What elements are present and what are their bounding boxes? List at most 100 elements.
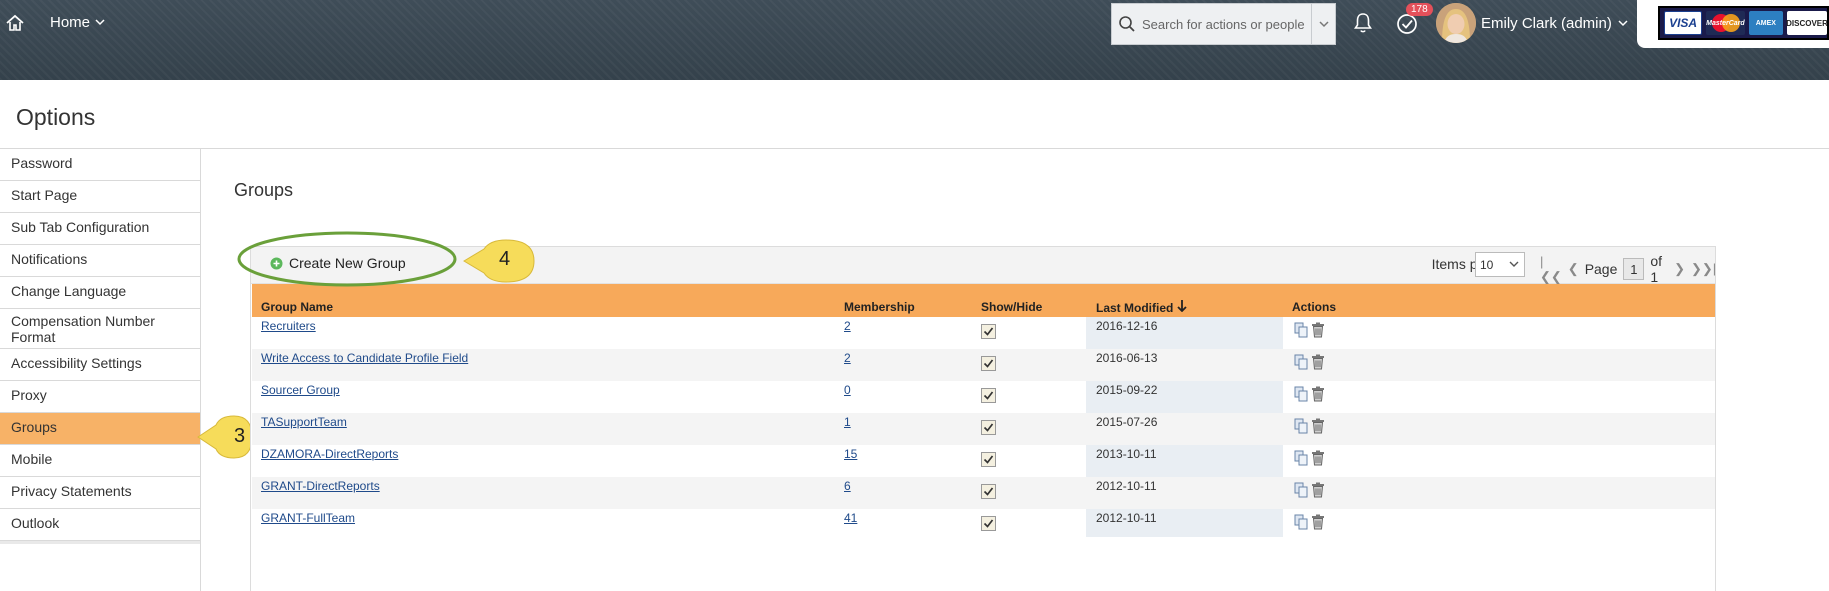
search-dropdown-button[interactable] [1311, 4, 1335, 44]
delete-trash-icon[interactable] [1311, 514, 1325, 530]
membership-count-link[interactable]: 2 [844, 351, 851, 365]
checkmark-icon [983, 327, 994, 336]
page-label: Page [1584, 261, 1618, 277]
sidebar-bottom-border [0, 541, 200, 544]
last-modified-date: 2012-10-11 [1096, 479, 1157, 493]
group-name-link[interactable]: GRANT-FullTeam [261, 511, 355, 525]
last-page-icon[interactable]: ❯❯| [1691, 261, 1716, 277]
table-row: Recruiters 2 2016-12-16 [252, 317, 1715, 349]
copy-icon[interactable] [1294, 450, 1308, 466]
home-menu[interactable]: Home [50, 14, 105, 31]
show-hide-checkbox[interactable] [981, 356, 996, 371]
search-placeholder: Search for actions or people [1142, 16, 1305, 32]
membership-count-link[interactable]: 41 [844, 511, 857, 525]
chevron-down-icon [1509, 261, 1519, 267]
mastercard-logo: MasterCard [1706, 11, 1745, 35]
divider [0, 148, 1829, 149]
page-title: Options [16, 104, 96, 130]
sidebar-item-accessibility-settings[interactable]: Accessibility Settings [0, 349, 200, 381]
show-hide-checkbox[interactable] [981, 420, 996, 435]
group-name-link[interactable]: DZAMORA-DirectReports [261, 447, 398, 461]
delete-trash-icon[interactable] [1311, 482, 1325, 498]
sidebar-item-mobile[interactable]: Mobile [0, 445, 200, 477]
table-row: TASupportTeam 1 2015-07-26 [252, 413, 1715, 445]
group-name-link[interactable]: Recruiters [261, 319, 316, 333]
delete-trash-icon[interactable] [1311, 418, 1325, 434]
column-header-membership[interactable]: Membership [844, 300, 915, 314]
checkmark-icon [983, 487, 994, 496]
membership-count-link[interactable]: 0 [844, 383, 851, 397]
delete-trash-icon[interactable] [1311, 322, 1325, 338]
membership-count-link[interactable]: 1 [844, 415, 851, 429]
step-number-4: 4 [499, 248, 511, 270]
show-hide-checkbox[interactable] [981, 516, 996, 531]
items-per-page-select[interactable]: 10 [1475, 252, 1525, 277]
copy-icon[interactable] [1294, 482, 1308, 498]
previous-page-icon[interactable]: ❮ [1568, 261, 1579, 277]
chevron-down-icon [1318, 20, 1329, 27]
groups-table-body: Recruiters 2 2016-12-16 Write Access to Can… [251, 317, 1717, 569]
sidebar-item-password[interactable]: Password [0, 149, 200, 181]
checkmark-icon [983, 455, 994, 464]
avatar[interactable] [1436, 3, 1476, 43]
sidebar-item-groups[interactable]: Groups [0, 413, 200, 445]
last-modified-label: Last Modified [1096, 301, 1174, 315]
last-modified-date: 2016-06-13 [1096, 351, 1158, 365]
group-name-link[interactable]: Write Access to Candidate Profile Field [261, 351, 468, 365]
membership-count-link[interactable]: 2 [844, 319, 851, 333]
show-hide-checkbox[interactable] [981, 388, 996, 403]
bell-icon[interactable] [1353, 12, 1373, 34]
sidebar-item-compensation-number-format[interactable]: Compensation Number Format [0, 309, 200, 349]
column-header-group-name[interactable]: Group Name [261, 300, 333, 314]
table-row: GRANT-DirectReports 6 2012-10-11 [252, 477, 1715, 509]
delete-trash-icon[interactable] [1311, 450, 1325, 466]
next-page-icon[interactable]: ❯ [1674, 261, 1685, 277]
home-icon[interactable] [5, 13, 25, 33]
search-input[interactable]: Search for actions or people [1111, 3, 1336, 45]
checkmark-icon [983, 519, 994, 528]
group-name-link[interactable]: TASupportTeam [261, 415, 347, 429]
todo-count-badge: 178 [1406, 3, 1433, 16]
delete-trash-icon[interactable] [1311, 354, 1325, 370]
table-row: Write Access to Candidate Profile Field 2… [252, 349, 1715, 381]
show-hide-checkbox[interactable] [981, 324, 996, 339]
chevron-down-icon [1618, 20, 1628, 27]
show-hide-checkbox[interactable] [981, 484, 996, 499]
card-logos: VISA MasterCard AMEX DISCOVER [1658, 6, 1829, 40]
sidebar-item-proxy[interactable]: Proxy [0, 381, 200, 413]
last-modified-date: 2013-10-11 [1096, 447, 1157, 461]
copy-icon[interactable] [1294, 386, 1308, 402]
sidebar-item-sub-tab-configuration[interactable]: Sub Tab Configuration [0, 213, 200, 245]
group-name-link[interactable]: GRANT-DirectReports [261, 479, 380, 493]
column-header-last-modified[interactable]: Last Modified [1096, 300, 1187, 315]
membership-count-link[interactable]: 15 [844, 447, 857, 461]
copy-icon[interactable] [1294, 418, 1308, 434]
last-modified-date: 2015-09-22 [1096, 383, 1158, 397]
step-callout-4 [237, 231, 535, 287]
sidebar-item-notifications[interactable]: Notifications [0, 245, 200, 277]
table-row: Sourcer Group 0 2015-09-22 [252, 381, 1715, 413]
sidebar-item-privacy-statements[interactable]: Privacy Statements [0, 477, 200, 509]
page-number-input[interactable]: 1 [1623, 258, 1645, 280]
last-modified-date: 2016-12-16 [1096, 319, 1158, 333]
top-header: Home Search for actions or people 178 Em… [0, 0, 1829, 80]
groups-panel: Create New Group Items per page 10 |❮❮ ❮… [250, 246, 1716, 591]
user-menu[interactable]: Emily Clark (admin) [1481, 15, 1628, 32]
first-page-icon[interactable]: |❮❮ [1540, 254, 1562, 285]
copy-icon[interactable] [1294, 514, 1308, 530]
options-sidebar: Password Start Page Sub Tab Configuratio… [0, 149, 201, 591]
column-header-show-hide[interactable]: Show/Hide [981, 300, 1042, 314]
sidebar-item-change-language[interactable]: Change Language [0, 277, 200, 309]
copy-icon[interactable] [1294, 322, 1308, 338]
membership-count-link[interactable]: 6 [844, 479, 851, 493]
group-name-link[interactable]: Sourcer Group [261, 383, 340, 397]
delete-trash-icon[interactable] [1311, 386, 1325, 402]
sort-descending-icon [1177, 300, 1187, 313]
items-per-page-value: 10 [1480, 257, 1494, 272]
sidebar-item-start-page[interactable]: Start Page [0, 181, 200, 213]
copy-icon[interactable] [1294, 354, 1308, 370]
sidebar-item-outlook[interactable]: Outlook [0, 509, 200, 541]
checkmark-icon [983, 359, 994, 368]
show-hide-checkbox[interactable] [981, 452, 996, 467]
discover-card-logo: DISCOVER [1786, 11, 1827, 35]
